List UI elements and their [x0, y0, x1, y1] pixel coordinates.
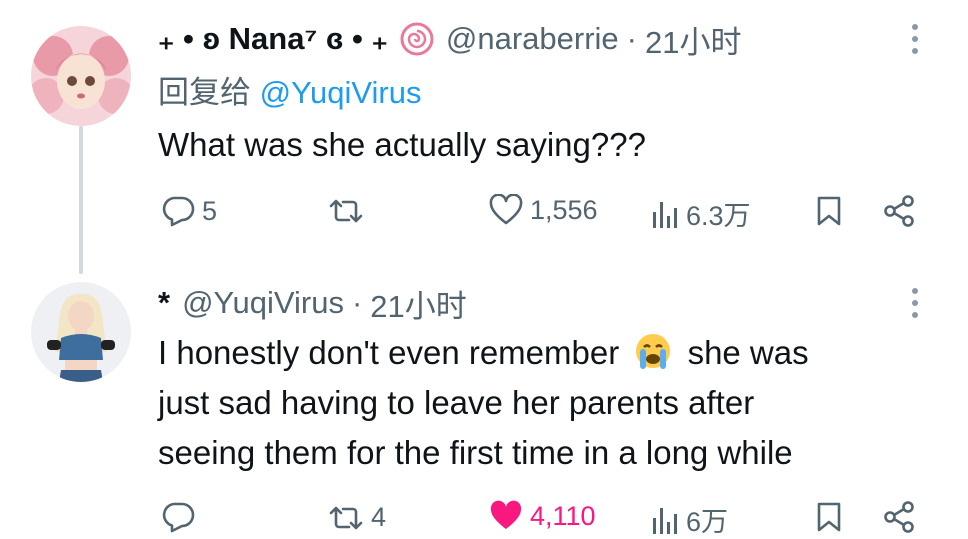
tweet2-like-button[interactable]: 4,110 — [488, 500, 596, 532]
tweet1-like-button[interactable]: 1,556 — [488, 194, 598, 226]
like-icon-filled — [490, 500, 522, 529]
tweet2-view-count: 6万 — [686, 507, 729, 537]
tweet2-more-icon[interactable] — [912, 288, 918, 318]
bookmark-icon — [817, 196, 841, 226]
tweet2-time[interactable]: 21小时 — [370, 281, 466, 326]
reply-icon — [162, 196, 195, 227]
tweet1-separator: · — [626, 21, 637, 56]
tweet2-line1: I honestly don't even remember she was — [158, 328, 809, 378]
avatar-image — [31, 282, 131, 382]
tweet1-like-count: 1,556 — [530, 194, 598, 225]
reply-icon — [162, 502, 195, 533]
like-icon — [489, 194, 523, 225]
share-icon — [884, 195, 914, 227]
tweet2-bookmark-button[interactable] — [814, 500, 844, 534]
tweet2-share-button[interactable] — [882, 500, 916, 534]
tweet2-text-part2: she was — [687, 334, 809, 371]
tweet2-retweet-count: 4 — [371, 502, 387, 532]
share-icon — [884, 501, 914, 533]
tweet1-display-name[interactable]: ₊ • ʚ Nana⁷ ɞ • ₊ — [158, 21, 388, 57]
retweet-icon — [329, 199, 363, 223]
tweet1-reply-button[interactable]: 5 — [160, 194, 217, 228]
views-icon — [653, 201, 677, 228]
tweet1-view-count: 6.3万 — [686, 201, 751, 231]
tweet1-time[interactable]: 21小时 — [645, 17, 741, 62]
avatar-naraberrie[interactable] — [31, 26, 131, 126]
tweet1-more-icon[interactable] — [912, 24, 918, 54]
views-icon — [653, 507, 677, 534]
tweet2-views-button[interactable]: 6万 — [650, 500, 728, 539]
thread-connector-line — [79, 126, 83, 274]
crying-emoji — [636, 334, 671, 369]
tweet1-reply-to: 回复给 @YuqiVirus — [158, 67, 422, 112]
tweet2-text: I honestly don't even remember she was j… — [158, 328, 809, 478]
tweet1-reply-count: 5 — [202, 195, 218, 226]
tweet1-header: ₊ • ʚ Nana⁷ ɞ • ₊ @naraberrie · 21小时 — [158, 18, 741, 60]
retweet-icon — [329, 506, 363, 529]
bookmark-icon — [817, 502, 841, 532]
tweet2-separator: · — [351, 285, 363, 320]
tweet1-bookmark-button[interactable] — [814, 194, 844, 228]
tweet1-share-button[interactable] — [882, 194, 916, 228]
reply-prefix: 回复给 — [158, 75, 251, 110]
tweet1-views-button[interactable]: 6.3万 — [650, 194, 751, 233]
avatar-image — [31, 26, 131, 126]
tweet2-text-part1: I honestly don't even remember — [158, 334, 620, 371]
reply-to-link[interactable]: @YuqiVirus — [260, 75, 422, 110]
tweet1-handle[interactable]: @naraberrie — [446, 21, 619, 57]
tweet2-line3: seeing them for the first time in a long… — [158, 434, 793, 471]
tweet2-display-name[interactable]: * — [158, 285, 170, 321]
spiral-badge-icon — [400, 22, 434, 56]
avatar-yuqivirus[interactable] — [31, 282, 131, 382]
tweet2-line2: just sad having to leave her parents aft… — [158, 384, 755, 421]
tweet2-header: * @YuqiVirus · 21小时 — [158, 282, 467, 324]
tweet2-handle[interactable]: @YuqiVirus — [182, 285, 344, 321]
tweet1-retweet-button[interactable] — [327, 196, 371, 226]
tweet2-reply-button[interactable] — [160, 500, 202, 534]
tweet2-retweet-button[interactable]: 4 — [327, 502, 386, 533]
tweet1-text: What was she actually saying??? — [158, 126, 646, 163]
